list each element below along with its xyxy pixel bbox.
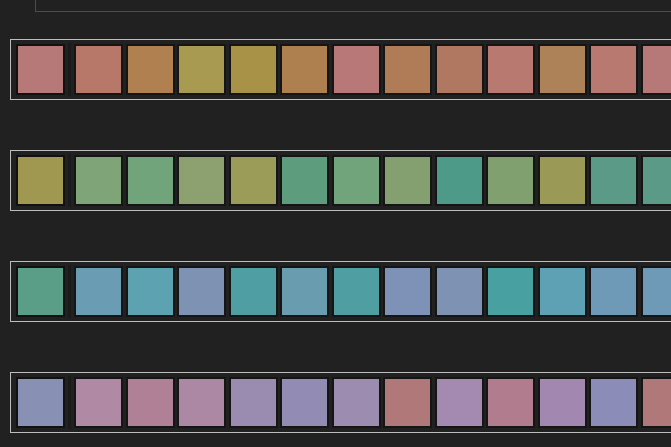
top-panel-frame: [35, 0, 671, 12]
swatch-divider: [68, 154, 71, 207]
color-swatch[interactable]: [74, 44, 123, 95]
color-swatch[interactable]: [383, 266, 432, 317]
color-swatch[interactable]: [589, 155, 638, 206]
selected-swatch[interactable]: [16, 44, 65, 95]
swatch-divider: [68, 265, 71, 318]
color-swatch[interactable]: [383, 377, 432, 428]
color-swatch[interactable]: [228, 44, 278, 95]
color-swatch[interactable]: [537, 377, 587, 428]
color-swatch[interactable]: [177, 377, 226, 428]
swatch-row-row-red-orange: [10, 39, 671, 100]
color-swatch[interactable]: [383, 155, 432, 206]
color-swatch[interactable]: [331, 44, 381, 95]
color-swatch[interactable]: [434, 44, 484, 95]
color-swatch[interactable]: [177, 155, 226, 206]
swatch-divider: [68, 43, 71, 96]
color-swatch[interactable]: [74, 377, 123, 428]
color-swatch[interactable]: [125, 155, 175, 206]
color-swatch[interactable]: [486, 377, 535, 428]
color-swatch[interactable]: [228, 377, 278, 428]
swatch-row-row-yellow-green: [10, 150, 671, 211]
color-swatch[interactable]: [331, 155, 381, 206]
swatch-row-row-teal-blue: [10, 261, 671, 322]
color-swatch[interactable]: [331, 266, 381, 317]
selected-swatch[interactable]: [16, 377, 65, 428]
color-swatch[interactable]: [537, 155, 587, 206]
color-swatch[interactable]: [125, 266, 175, 317]
color-swatch[interactable]: [177, 44, 226, 95]
color-swatch[interactable]: [177, 266, 226, 317]
color-swatch[interactable]: [640, 44, 671, 95]
color-swatch[interactable]: [486, 44, 535, 95]
color-swatch[interactable]: [74, 266, 123, 317]
color-swatch[interactable]: [640, 377, 671, 428]
color-swatch[interactable]: [640, 155, 671, 206]
color-swatch[interactable]: [228, 266, 278, 317]
color-swatch[interactable]: [640, 266, 671, 317]
color-swatch[interactable]: [280, 155, 329, 206]
color-swatch[interactable]: [434, 155, 484, 206]
selected-swatch[interactable]: [16, 155, 65, 206]
color-swatch[interactable]: [125, 44, 175, 95]
color-swatch[interactable]: [228, 155, 278, 206]
color-swatch[interactable]: [589, 266, 638, 317]
color-swatch[interactable]: [280, 377, 329, 428]
color-swatch[interactable]: [280, 266, 329, 317]
color-swatch[interactable]: [537, 44, 587, 95]
color-swatch[interactable]: [331, 377, 381, 428]
color-swatch[interactable]: [383, 44, 432, 95]
color-swatch[interactable]: [589, 44, 638, 95]
color-swatch[interactable]: [74, 155, 123, 206]
selected-swatch[interactable]: [16, 266, 65, 317]
swatch-divider: [68, 376, 71, 429]
color-swatch[interactable]: [434, 266, 484, 317]
color-swatch[interactable]: [280, 44, 329, 95]
color-swatch[interactable]: [537, 266, 587, 317]
color-swatch[interactable]: [589, 377, 638, 428]
color-swatch[interactable]: [125, 377, 175, 428]
color-swatch[interactable]: [486, 155, 535, 206]
color-swatch[interactable]: [434, 377, 484, 428]
color-swatch[interactable]: [486, 266, 535, 317]
swatch-row-row-violet-pink: [10, 372, 671, 433]
